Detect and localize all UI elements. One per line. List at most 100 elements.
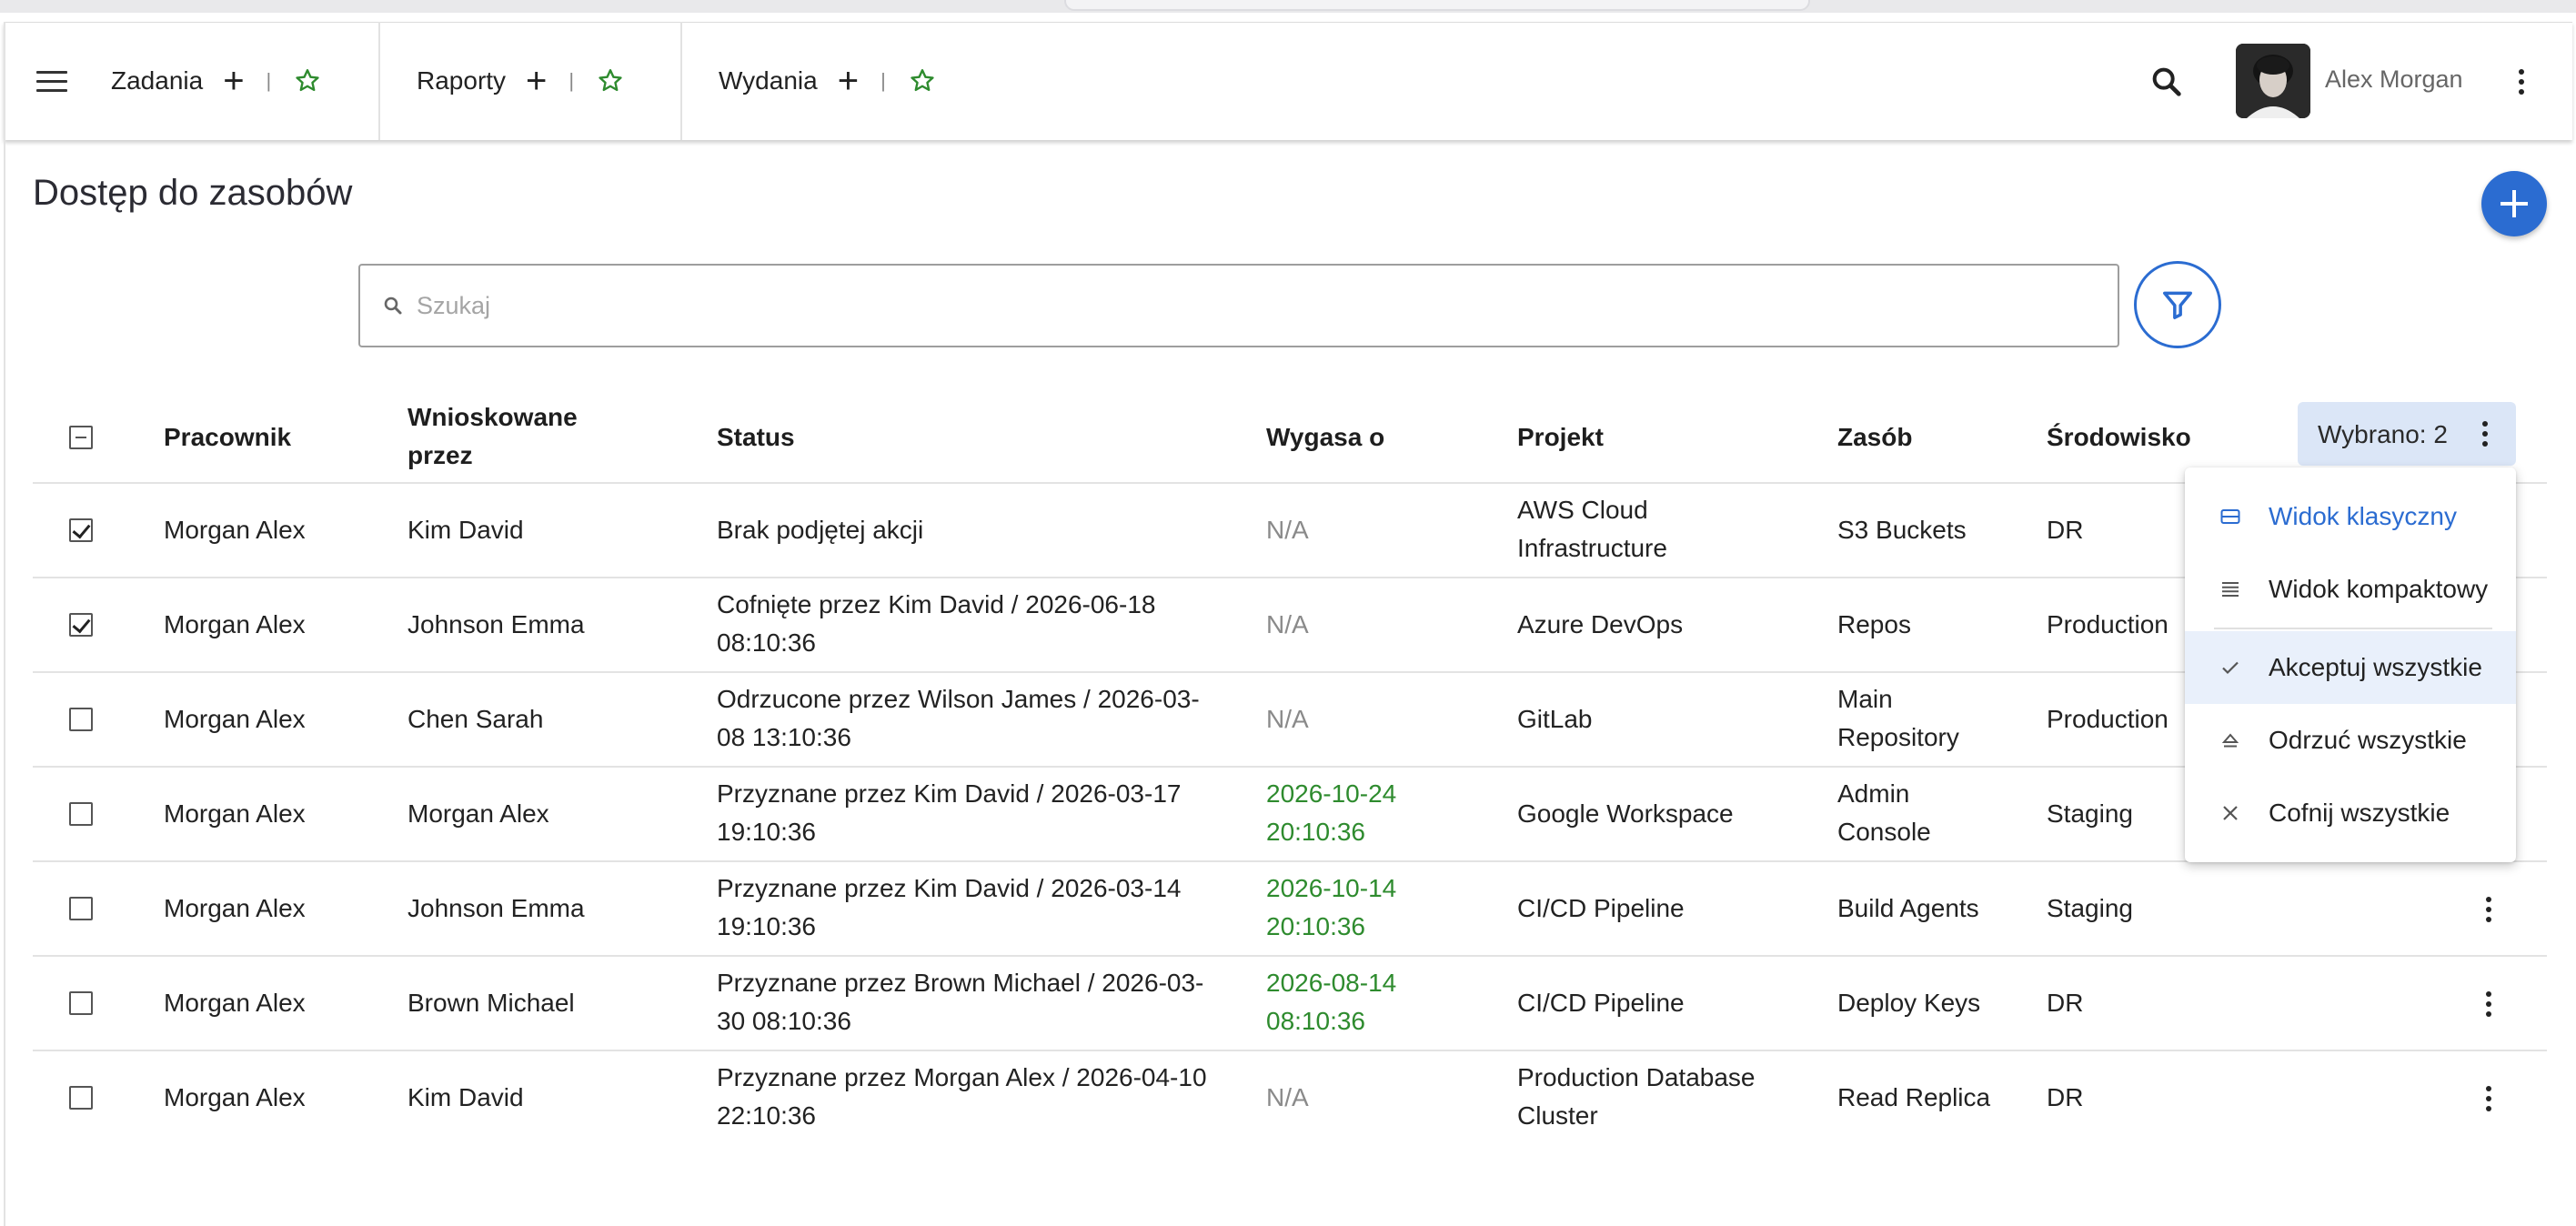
filter-button[interactable] [2134, 261, 2221, 348]
cell-resource: Deploy Keys [1837, 989, 1981, 1017]
cell-project: CI/CD Pipeline [1517, 989, 1685, 1017]
menu-item-label: Widok klasyczny [2269, 502, 2457, 530]
cell-employee: Morgan Alex [164, 705, 306, 733]
row-checkbox[interactable] [69, 897, 93, 920]
table-row[interactable]: Morgan Alex Morgan Alex Przyznane przez Ki… [33, 768, 2547, 862]
app-bar [4, 22, 2572, 140]
tab-label[interactable]: Raporty [417, 66, 506, 95]
filter-icon [2163, 291, 2192, 319]
select-all-checkbox[interactable] [69, 426, 93, 449]
tab-wydania[interactable]: Wydania + | [719, 22, 937, 140]
star-icon[interactable] [596, 66, 625, 95]
search-icon[interactable] [2148, 64, 2185, 100]
avatar[interactable] [2236, 44, 2310, 118]
table-header: Pracownik Wnioskowane przez Status Wygas… [33, 391, 2547, 484]
cell-status: Brak podjętej akcji [717, 516, 924, 544]
more-vert-icon[interactable] [2478, 1079, 2500, 1119]
browser-address-pill [1064, 0, 1810, 11]
cell-resource: Repos [1837, 610, 1911, 638]
tab-label[interactable]: Zadania [111, 66, 203, 95]
menu-item-classic-view[interactable]: Widok klasyczny [2185, 480, 2516, 553]
close-icon [2223, 806, 2238, 820]
menu-item-accept-all[interactable]: Akceptuj wszystkie [2185, 631, 2516, 704]
cell-employee: Morgan Alex [164, 610, 306, 638]
more-vert-icon[interactable] [2511, 64, 2532, 100]
plus-icon[interactable]: + [223, 63, 244, 99]
plus-icon[interactable]: + [526, 63, 547, 99]
table-row[interactable]: Morgan Alex Johnson Emma Przyznane przez K… [33, 862, 2547, 957]
table-row[interactable]: Morgan Alex Kim David Przyznane przez Morg… [33, 1051, 2547, 1146]
row-checkbox[interactable] [69, 802, 93, 826]
divider: | [569, 69, 575, 92]
hamburger-menu-icon[interactable] [36, 71, 67, 93]
star-icon[interactable] [293, 66, 322, 95]
header-resource[interactable]: Zasób [1837, 418, 1912, 457]
table-row[interactable]: Morgan Alex Chen Sarah Odrzucone przez Wil… [33, 673, 2547, 768]
cell-expires: 2026-08-14 08:10:36 [1266, 969, 1397, 1035]
table-row[interactable]: Morgan Alex Kim David Brak podjętej akcji N… [33, 484, 2547, 578]
cell-resource: Admin Console [1837, 779, 1931, 846]
cell-project: Google Workspace [1517, 799, 1734, 828]
cell-expires: N/A [1266, 516, 1309, 544]
tab-label[interactable]: Wydania [719, 66, 818, 95]
cell-resource: Build Agents [1837, 894, 1979, 922]
header-environment[interactable]: Środowisko [2047, 418, 2191, 457]
menu-item-label: Cofnij wszystkie [2269, 799, 2450, 827]
header-project[interactable]: Projekt [1517, 418, 1604, 457]
cell-requested-by: Johnson Emma [408, 610, 585, 638]
cell-employee: Morgan Alex [164, 516, 306, 544]
menu-item-label: Akceptuj wszystkie [2269, 653, 2482, 681]
plus-icon[interactable]: + [838, 63, 859, 99]
cell-environment: DR [2047, 1083, 2084, 1111]
cell-employee: Morgan Alex [164, 989, 306, 1017]
row-checkbox[interactable] [69, 1086, 93, 1110]
tab-raporty[interactable]: Raporty + | [417, 22, 625, 140]
more-vert-icon[interactable] [2478, 889, 2500, 930]
cell-status: Cofnięte przez Kim David / 2026-06-18 08… [717, 590, 1156, 657]
menu-item-revoke-all[interactable]: Cofnij wszystkie [2185, 777, 2516, 849]
row-checkbox[interactable] [69, 613, 93, 637]
cell-employee: Morgan Alex [164, 799, 306, 828]
header-employee[interactable]: Pracownik [164, 418, 291, 457]
table-row[interactable]: Morgan Alex Brown Michael Przyznane przez … [33, 957, 2547, 1051]
cell-project: Azure DevOps [1517, 610, 1684, 638]
cell-requested-by: Brown Michael [408, 989, 575, 1017]
search-field[interactable] [358, 264, 2119, 347]
bulk-actions-menu: Widok klasyczny Widok kompaktowy Akceptu… [2185, 467, 2516, 862]
header-status[interactable]: Status [717, 418, 795, 457]
cell-employee: Morgan Alex [164, 1083, 306, 1111]
search-input[interactable] [417, 286, 2090, 326]
cell-expires: N/A [1266, 705, 1309, 733]
add-button[interactable] [2481, 171, 2547, 236]
check-icon [2222, 661, 2239, 675]
more-vert-icon[interactable] [2478, 984, 2500, 1024]
cell-resource: Main Repository [1837, 685, 1959, 751]
classic-view-icon [2220, 509, 2240, 524]
cell-requested-by: Kim David [408, 516, 524, 544]
cell-requested-by: Chen Sarah [408, 705, 544, 733]
cell-project: CI/CD Pipeline [1517, 894, 1685, 922]
row-checkbox[interactable] [69, 991, 93, 1015]
menu-item-reject-all[interactable]: Odrzuć wszystkie [2185, 704, 2516, 777]
cell-environment: Staging [2047, 894, 2133, 922]
cell-environment: Production [2047, 705, 2168, 733]
selected-count-chip[interactable]: Wybrano: 2 [2298, 402, 2516, 466]
more-vert-icon[interactable] [2474, 415, 2496, 453]
menu-item-compact-view[interactable]: Widok kompaktowy [2185, 553, 2516, 626]
cell-environment: DR [2047, 989, 2084, 1017]
header-expires[interactable]: Wygasa o [1266, 418, 1384, 457]
tab-zadania[interactable]: Zadania + | [111, 22, 322, 140]
row-checkbox[interactable] [69, 518, 93, 542]
cell-employee: Morgan Alex [164, 894, 306, 922]
divider: | [880, 69, 886, 92]
star-icon[interactable] [908, 66, 937, 95]
table-row[interactable]: Morgan Alex Johnson Emma Cofnięte przez Ki… [33, 578, 2547, 673]
cell-expires: N/A [1266, 1083, 1309, 1111]
cell-project: Production Database Cluster [1517, 1063, 1756, 1130]
cell-environment: Staging [2047, 799, 2133, 828]
selected-count-label: Wybrano: 2 [2318, 420, 2448, 448]
row-checkbox[interactable] [69, 708, 93, 731]
header-requested-by[interactable]: Wnioskowane przez [408, 398, 608, 475]
menu-item-label: Widok kompaktowy [2269, 575, 2489, 603]
user-name[interactable]: Alex Morgan [2325, 65, 2463, 94]
